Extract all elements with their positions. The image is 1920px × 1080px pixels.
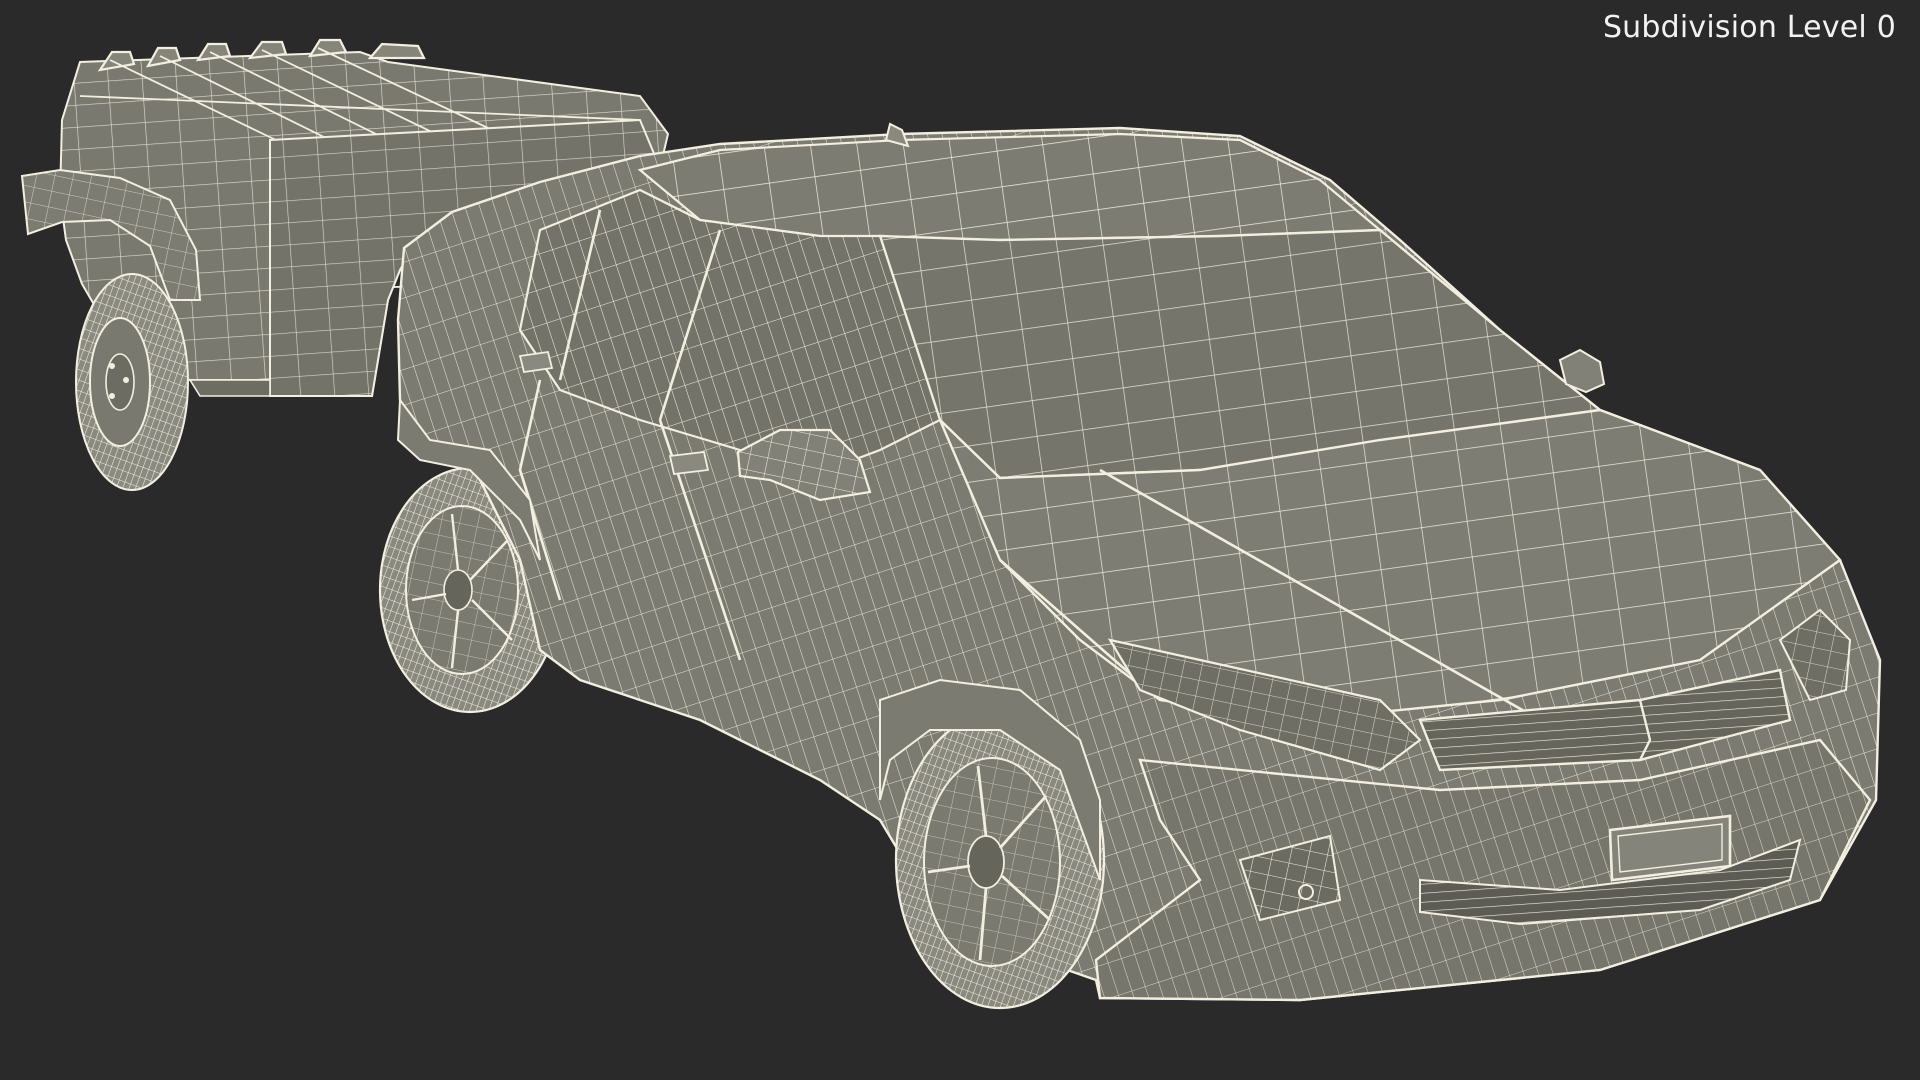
compact-hatchback-car[interactable] xyxy=(378,122,1882,1010)
wireframe-render xyxy=(20,38,1882,1010)
car-door-handle-rear xyxy=(518,350,554,374)
3d-viewport[interactable]: Subdivision Level 0 xyxy=(0,0,1920,1080)
trailer-wheel xyxy=(75,273,189,491)
car-door-handle-front xyxy=(668,451,710,475)
subdivision-level-label: Subdivision Level 0 xyxy=(1602,10,1896,45)
